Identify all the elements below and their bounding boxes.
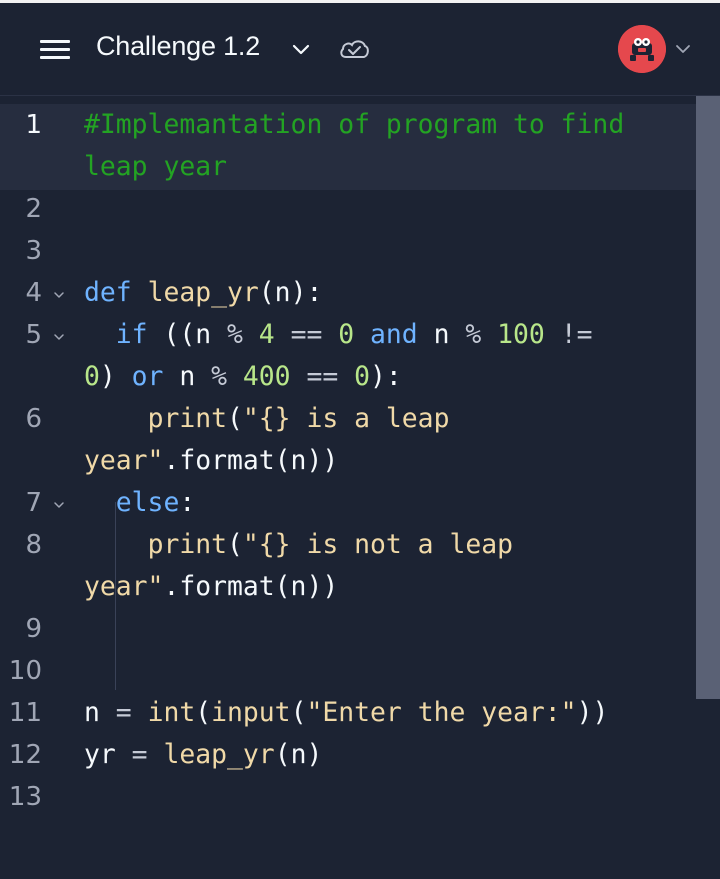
line-number: 8 xyxy=(25,530,42,560)
code-text: else: xyxy=(115,487,196,518)
code-line: 10 xyxy=(0,650,696,692)
code-text: print("{} is not a leap xyxy=(147,529,514,560)
code-line: 11 n = int(input("Enter the year:")) xyxy=(0,692,696,734)
line-number: 7 xyxy=(25,488,42,518)
header-bar: Challenge 1.2 xyxy=(0,3,720,96)
code-line: 4 def leap_yr(n): xyxy=(0,272,696,314)
fold-chevron-icon[interactable] xyxy=(52,288,66,302)
code-text: year".format(n)) xyxy=(84,571,339,602)
cloud-check-icon[interactable] xyxy=(338,35,370,63)
code-line: 6 print("{} is a leap xyxy=(0,398,696,440)
line-number: 11 xyxy=(8,698,42,728)
line-number: 5 xyxy=(25,320,42,350)
comment-text: #Implemantation of program to find xyxy=(84,109,625,140)
line-number: 13 xyxy=(8,782,42,812)
vertical-scrollbar[interactable] xyxy=(696,96,720,699)
code-text: year".format(n)) xyxy=(84,445,339,476)
code-text: print("{} is a leap xyxy=(147,403,450,434)
code-text: yr = leap_yr(n) xyxy=(84,739,323,770)
line-number: 12 xyxy=(8,740,42,770)
line-number: 2 xyxy=(25,194,42,224)
code-line: 9 xyxy=(0,608,696,650)
code-text: def leap_yr(n): xyxy=(84,277,323,308)
user-avatar-icon[interactable] xyxy=(618,25,666,73)
line-number: 4 xyxy=(25,278,42,308)
chevron-down-icon[interactable] xyxy=(290,39,312,61)
fold-chevron-icon[interactable] xyxy=(52,498,66,512)
code-line: 8 print("{} is not a leap xyxy=(0,524,696,566)
code-text: if ((n % 4 == 0 and n % 100 != xyxy=(115,319,593,350)
line-number: 3 xyxy=(25,236,42,266)
chevron-down-icon[interactable] xyxy=(674,40,692,58)
code-line-wrap: year".format(n)) xyxy=(0,566,696,608)
code-editor[interactable]: 1 #Implemantation of program to find lea… xyxy=(0,96,720,879)
code-line-wrap: year".format(n)) xyxy=(0,440,696,482)
code-line: 3 xyxy=(0,230,696,272)
code-text: 0) or n % 400 == 0): xyxy=(84,361,402,392)
code-line: 12 yr = leap_yr(n) xyxy=(0,734,696,776)
code-line: 7 else: xyxy=(0,482,696,524)
code-line-wrap: leap year xyxy=(0,146,696,188)
line-number: 1 xyxy=(25,110,42,140)
line-number: 9 xyxy=(25,614,42,644)
code-line: 1 #Implemantation of program to find xyxy=(0,104,696,146)
fold-chevron-icon[interactable] xyxy=(52,330,66,344)
code-line: 5 if ((n % 4 == 0 and n % 100 != xyxy=(0,314,696,356)
comment-text: leap year xyxy=(84,151,227,182)
hamburger-icon[interactable] xyxy=(40,40,70,60)
line-number: 10 xyxy=(8,656,42,686)
line-number: 6 xyxy=(25,404,42,434)
code-text: n = int(input("Enter the year:")) xyxy=(84,697,609,728)
project-title[interactable]: Challenge 1.2 xyxy=(96,31,260,62)
code-line: 2 xyxy=(0,188,696,230)
code-line-wrap: 0) or n % 400 == 0): xyxy=(0,356,696,398)
code-line: 13 xyxy=(0,776,696,818)
